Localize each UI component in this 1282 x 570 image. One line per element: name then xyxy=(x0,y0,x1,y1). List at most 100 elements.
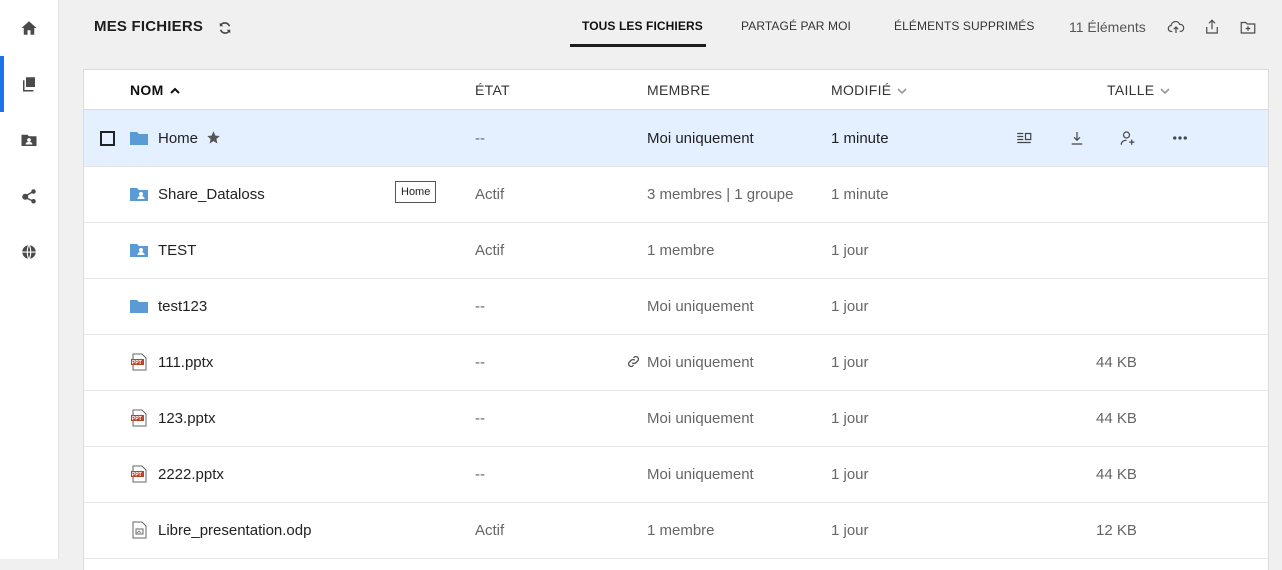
more-actions-button[interactable] xyxy=(1171,129,1189,147)
sidebar-item-net-folders[interactable] xyxy=(0,224,58,280)
download-button[interactable] xyxy=(1068,129,1086,147)
cloud-upload-icon xyxy=(1167,20,1185,33)
cloud-upload-button[interactable] xyxy=(1167,18,1185,36)
file-name[interactable]: Share_Dataloss xyxy=(158,186,265,203)
file-state: Actif xyxy=(475,186,505,203)
file-state: -- xyxy=(475,130,485,147)
file-member: Moi uniquement xyxy=(647,354,754,371)
new-folder-icon xyxy=(1240,21,1256,34)
upload-icon xyxy=(1206,19,1218,34)
link-icon xyxy=(627,355,640,368)
ppt-file-icon: PPT xyxy=(131,465,147,483)
file-member: 1 membre xyxy=(647,522,715,539)
header: MES FICHIERS TOUS LES FICHIERS PARTAGÉ P… xyxy=(58,0,1282,56)
file-modified: 1 jour xyxy=(831,466,869,483)
file-state: -- xyxy=(475,354,485,371)
row-checkbox[interactable] xyxy=(100,131,115,146)
file-member: Moi uniquement xyxy=(647,130,754,147)
table-row[interactable]: PPT 2222.pptx -- Moi uniquement 1 jour 4… xyxy=(84,446,1268,503)
upload-button[interactable] xyxy=(1203,18,1221,36)
table-row[interactable]: test123 -- Moi uniquement 1 jour xyxy=(84,278,1268,335)
column-header-name[interactable]: NOM xyxy=(130,82,180,98)
more-icon xyxy=(1173,136,1187,140)
file-state: Actif xyxy=(475,242,505,259)
shared-folder-icon xyxy=(130,244,148,257)
file-name[interactable]: Home xyxy=(158,130,198,147)
details-button[interactable] xyxy=(1015,129,1033,147)
tab-deleted-items[interactable]: ÉLÉMENTS SUPPRIMÉS xyxy=(894,19,1035,33)
file-name[interactable]: 123.pptx xyxy=(158,410,216,427)
file-size: 12 KB xyxy=(1096,522,1137,539)
column-header-state[interactable]: ÉTAT xyxy=(475,82,510,98)
file-table: NOM ÉTAT MEMBRE MODIFIÉ TAILLE Home -- M… xyxy=(83,69,1269,570)
shared-folder-icon xyxy=(130,188,148,201)
page-title: MES FICHIERS xyxy=(94,18,204,35)
tab-all-files[interactable]: TOUS LES FICHIERS xyxy=(582,19,703,33)
file-member: 1 membre xyxy=(647,242,715,259)
file-name[interactable]: TEST xyxy=(158,242,196,259)
file-member: 3 membres | 1 groupe xyxy=(647,186,794,203)
file-member: Moi uniquement xyxy=(647,466,754,483)
file-modified: 1 jour xyxy=(831,242,869,259)
column-header-modified[interactable]: MODIFIÉ xyxy=(831,82,908,98)
new-folder-button[interactable] xyxy=(1239,18,1257,36)
file-name[interactable]: test123 xyxy=(158,298,207,315)
column-header-member[interactable]: MEMBRE xyxy=(647,82,710,98)
svg-text:PPT: PPT xyxy=(132,416,142,422)
file-name[interactable]: Libre_presentation.odp xyxy=(158,522,311,539)
sidebar xyxy=(0,0,59,559)
table-header: NOM ÉTAT MEMBRE MODIFIÉ TAILLE xyxy=(84,70,1268,110)
file-modified: 1 jour xyxy=(831,522,869,539)
details-icon xyxy=(1017,132,1032,144)
scrollbar[interactable] xyxy=(1276,0,1282,559)
column-header-size[interactable]: TAILLE xyxy=(1107,82,1171,98)
chevron-down-icon xyxy=(1160,88,1171,95)
file-state: -- xyxy=(475,410,485,427)
table-row[interactable]: Share_Dataloss Actif 3 membres | 1 group… xyxy=(84,166,1268,223)
file-size: 44 KB xyxy=(1096,354,1137,371)
file-modified: 1 minute xyxy=(831,130,889,147)
sidebar-item-home[interactable] xyxy=(0,0,58,56)
star-icon[interactable] xyxy=(206,130,221,145)
file-modified: 1 minute xyxy=(831,186,889,203)
file-member: Moi uniquement xyxy=(647,410,754,427)
home-icon xyxy=(21,21,37,35)
svg-text:PPT: PPT xyxy=(132,472,142,478)
table-row[interactable]: PPT 123.pptx -- Moi uniquement 1 jour 44… xyxy=(84,390,1268,447)
share-user-button[interactable] xyxy=(1119,129,1137,147)
table-row[interactable]: TEST Actif 1 membre 1 jour xyxy=(84,222,1268,279)
odp-file-icon xyxy=(132,521,147,539)
file-name[interactable]: 111.pptx xyxy=(158,354,213,371)
download-icon xyxy=(1071,132,1083,145)
table-row[interactable]: Libre_presentation.odp Actif 1 membre 1 … xyxy=(84,502,1268,559)
table-row[interactable]: Home -- Moi uniquement 1 minute Home xyxy=(84,110,1268,203)
file-name[interactable]: 2222.pptx xyxy=(158,466,224,483)
file-modified: 1 jour xyxy=(831,298,869,315)
table-row[interactable]: PPT 111.pptx -- Moi uniquement 1 jour 44… xyxy=(84,334,1268,391)
files-icon xyxy=(23,77,35,92)
chevron-up-icon xyxy=(169,87,180,94)
tab-shared-by-me[interactable]: PARTAGÉ PAR MOI xyxy=(741,19,851,33)
share-icon xyxy=(22,189,36,204)
folder-icon xyxy=(130,300,148,313)
file-size: 44 KB xyxy=(1096,410,1137,427)
sidebar-item-shared[interactable] xyxy=(0,168,58,224)
file-state: -- xyxy=(475,466,485,483)
team-folders-icon xyxy=(21,134,37,146)
refresh-icon[interactable] xyxy=(218,21,232,35)
file-member: Moi uniquement xyxy=(647,298,754,315)
add-user-icon xyxy=(1120,131,1135,145)
item-count: 11 Éléments xyxy=(1069,19,1146,35)
svg-text:PPT: PPT xyxy=(132,360,142,366)
chevron-down-icon xyxy=(897,88,908,95)
sidebar-item-files[interactable] xyxy=(0,56,58,112)
ppt-file-icon: PPT xyxy=(131,353,147,371)
folder-icon xyxy=(130,132,148,145)
file-modified: 1 jour xyxy=(831,354,869,371)
globe-icon xyxy=(22,244,36,260)
file-size: 44 KB xyxy=(1096,466,1137,483)
file-state: -- xyxy=(475,298,485,315)
ppt-file-icon: PPT xyxy=(131,409,147,427)
active-tab-indicator xyxy=(570,44,706,47)
sidebar-item-team-folders[interactable] xyxy=(0,112,58,168)
